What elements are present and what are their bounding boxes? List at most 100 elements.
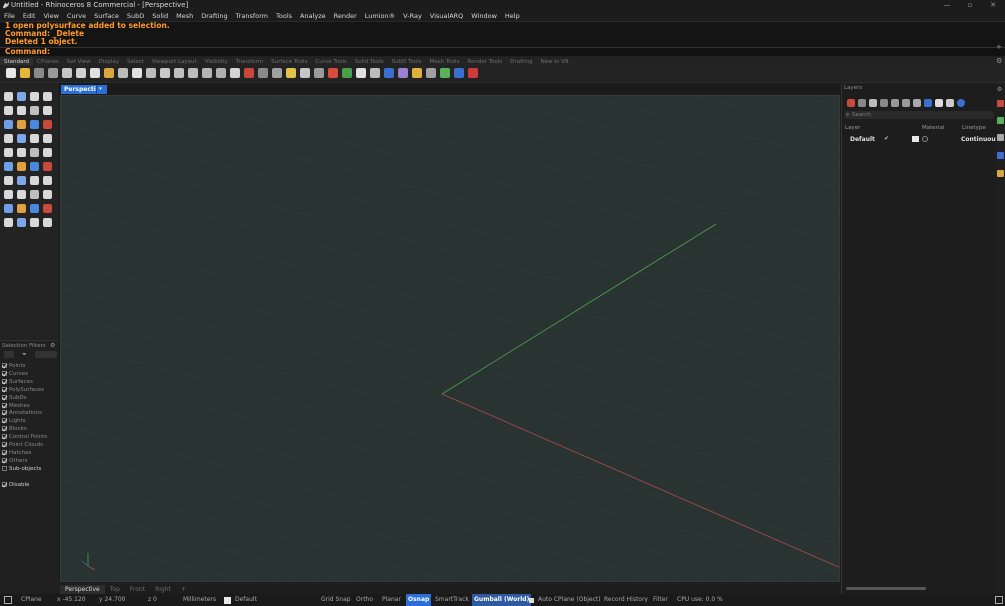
hatch-icon[interactable] [4,204,13,213]
mirror-icon[interactable] [4,190,13,199]
filter-search-input[interactable] [35,351,57,358]
viewport-dropdown-icon[interactable]: ▾ [96,85,104,94]
command-prompt[interactable]: Command: [0,47,1005,56]
viewport-layout-icon[interactable] [230,68,240,78]
menu-window[interactable]: Window [467,11,501,21]
new-layer-icon[interactable] [847,99,855,107]
shade-icon[interactable] [244,68,254,78]
filter-checkbox[interactable] [2,426,7,432]
polyline-icon[interactable] [30,92,39,101]
rotate-icon[interactable] [30,176,39,185]
layer-row-default[interactable]: Default ✔ Continuous [842,135,999,144]
group-icon[interactable] [43,162,52,171]
new-file-icon[interactable] [6,68,16,78]
panel-toggle-icon[interactable] [4,596,12,604]
move-up-icon[interactable] [891,99,899,107]
scale-icon[interactable] [43,176,52,185]
material-column-header[interactable]: Material [922,125,944,131]
rendered-icon[interactable] [272,68,282,78]
open-file-icon[interactable] [20,68,30,78]
lightbulb-icon[interactable] [300,68,310,78]
minimize-button[interactable]: — [936,0,958,11]
display-panel-icon[interactable] [997,134,1004,141]
menu-analyze[interactable]: Analyze [296,11,330,21]
filter-blocks[interactable]: Blocks [2,426,27,432]
polygon-icon[interactable] [4,120,13,129]
panel-settings-icon[interactable]: ⚙ [997,86,1002,93]
layer-color-swatch[interactable] [912,136,919,142]
grasshopper-icon[interactable] [440,68,450,78]
copy-icon[interactable] [90,68,100,78]
undo-icon[interactable] [118,68,128,78]
menu-curve[interactable]: Curve [63,11,90,21]
zoom-extents-icon[interactable] [188,68,198,78]
tabs-settings-icon[interactable]: ⚙ [996,57,1002,65]
paste-icon[interactable] [104,68,114,78]
menu-drafting[interactable]: Drafting [197,11,231,21]
properties-icon[interactable] [370,68,380,78]
filter-checkbox[interactable] [2,370,7,376]
leader-icon[interactable] [17,204,26,213]
copy-icon[interactable] [17,176,26,185]
filter-checkbox[interactable] [2,418,7,424]
pen-icon[interactable] [30,218,39,227]
dimension-icon[interactable] [43,190,52,199]
delete-layer-icon[interactable] [869,99,877,107]
sphere-icon[interactable] [17,134,26,143]
join-icon[interactable] [17,162,26,171]
close-button[interactable]: ✕ [982,0,1004,11]
current-layer-label[interactable]: Default [235,594,257,606]
menu-subd[interactable]: SubD [123,11,148,21]
menu-surface[interactable]: Surface [90,11,123,21]
menu-view[interactable]: View [39,11,62,21]
perspective-viewport[interactable] [60,95,840,582]
filter-others[interactable]: Others [2,457,27,464]
select-icon[interactable] [4,92,13,101]
filter-lights[interactable]: Lights [2,418,26,424]
layer-icon[interactable] [356,68,366,78]
point-icon[interactable] [286,68,296,78]
menu-edit[interactable]: Edit [19,11,40,21]
ortho-toggle[interactable]: Ortho [356,594,373,606]
boolean-icon[interactable] [4,162,13,171]
menu-lumion[interactable]: Lumion® [361,11,399,21]
filter-checkbox[interactable] [2,442,7,447]
filter-point-clouds[interactable]: Point Clouds [2,442,43,448]
layer-parent-icon[interactable] [913,99,921,107]
trim-icon[interactable] [30,120,39,129]
filter-surfaces[interactable]: Surfaces [2,378,33,385]
help-icon[interactable] [454,68,464,78]
filter-checkbox[interactable] [2,363,7,368]
filter-annotations[interactable]: Annotations [2,410,42,416]
render-icon[interactable] [328,68,338,78]
circle-icon[interactable] [4,106,13,115]
linetype-column-header[interactable]: Linetype [962,125,986,131]
text-icon[interactable] [30,190,39,199]
menu-transform[interactable]: Transform [232,11,272,21]
layers-horizontal-scrollbar[interactable] [846,587,926,590]
layers-panel-icon[interactable] [997,117,1004,124]
light-icon[interactable] [43,218,52,227]
filter-subds[interactable]: SubDs [2,394,27,401]
filter-checkbox[interactable] [2,378,7,384]
filters-settings-icon[interactable]: ⚙ [50,342,55,349]
layer-grid-icon[interactable] [935,99,943,107]
filter-sub-objects[interactable]: Sub-objects [2,465,41,472]
filter-toggle[interactable]: Filter [653,594,668,606]
arc-icon[interactable] [30,106,39,115]
block-icon[interactable] [30,204,39,213]
menu-solid[interactable]: Solid [148,11,172,21]
libraries-panel-icon[interactable] [997,170,1004,177]
vray-icon[interactable] [468,68,478,78]
filter-checkbox[interactable] [2,449,7,455]
array-icon[interactable] [17,190,26,199]
record-history-toggle[interactable]: Record History [604,594,648,606]
filter-points[interactable]: Points [2,363,26,369]
analyze-icon[interactable] [43,204,52,213]
layer-help-icon[interactable] [957,99,965,107]
ellipse-icon[interactable] [17,106,26,115]
save-icon[interactable] [34,68,44,78]
menu-mesh[interactable]: Mesh [172,11,197,21]
filter-checkbox[interactable] [2,402,7,408]
materials-panel-icon[interactable] [997,152,1004,159]
